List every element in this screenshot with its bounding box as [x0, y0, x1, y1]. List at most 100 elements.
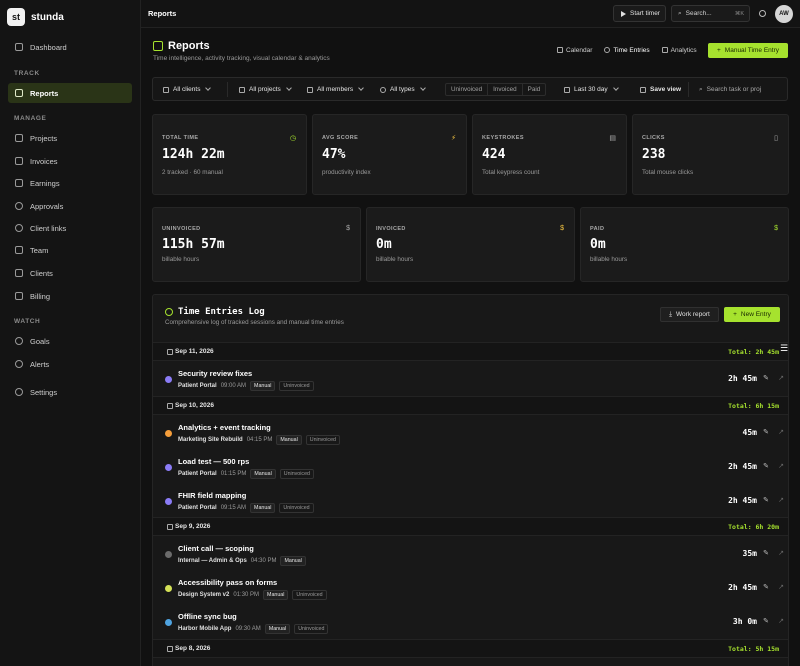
sidebar-item-approvals[interactable]: Approvals: [8, 196, 132, 216]
edit-icon[interactable]: ✎: [763, 428, 769, 436]
date-range-select[interactable]: Last 30 day: [564, 83, 619, 96]
tab-time-entries[interactable]: Time Entries: [599, 43, 654, 57]
sidebar-item-reports[interactable]: Reports: [8, 83, 132, 103]
clock-icon: [604, 47, 611, 53]
status-badge: Uninvoiced: [279, 381, 314, 391]
drawer-toggle-icon[interactable]: ☰: [780, 343, 792, 353]
calendar-icon: [557, 47, 563, 53]
stat-label: UNINVOICED: [162, 226, 201, 232]
sidebar-item-label: Projects: [30, 133, 58, 143]
sidebar-item-earnings[interactable]: Earnings: [8, 173, 132, 193]
entry-row[interactable]: Load test — 500 rps Patient Portal 01:15…: [153, 450, 788, 484]
sidebar-item-team[interactable]: Team: [8, 240, 132, 260]
start-timer-button[interactable]: Start timer: [613, 5, 666, 22]
open-icon[interactable]: ↗: [778, 496, 784, 504]
open-icon[interactable]: ↗: [778, 549, 784, 557]
sidebar-item-client-links[interactable]: Client links: [8, 218, 132, 238]
status-invoiced[interactable]: Invoiced: [488, 84, 523, 95]
sidebar-item-alerts[interactable]: Alerts: [8, 354, 132, 374]
entry-row[interactable]: Client call — scoping Internal — Admin &…: [153, 537, 788, 571]
day-date: Sep 9, 2026: [175, 523, 211, 530]
bell-icon: [15, 360, 23, 368]
new-entry-button[interactable]: + New Entry: [724, 307, 780, 322]
users-icon: [307, 86, 313, 93]
play-icon: [621, 10, 626, 17]
entry-project: Internal — Admin & Ops: [178, 558, 247, 564]
types-filter[interactable]: All types: [380, 83, 426, 96]
status-uninvoiced[interactable]: Uninvoiced: [446, 84, 489, 95]
sidebar-item-settings[interactable]: Settings: [8, 382, 132, 402]
edit-icon[interactable]: ✎: [763, 549, 769, 557]
open-icon[interactable]: ↗: [778, 374, 784, 382]
brand[interactable]: st stunda: [7, 8, 64, 26]
open-icon[interactable]: ↗: [778, 617, 784, 625]
edit-icon[interactable]: ✎: [763, 617, 769, 625]
sidebar-item-billing[interactable]: Billing: [8, 286, 132, 306]
sidebar-item-clients[interactable]: Clients: [8, 263, 132, 283]
edit-icon[interactable]: ✎: [763, 496, 769, 504]
divider: [227, 82, 228, 97]
stat-label: CLICKS: [642, 135, 665, 141]
project-color-dot: [165, 464, 172, 471]
sidebar-item-invoices[interactable]: Invoices: [8, 151, 132, 171]
open-icon[interactable]: ↗: [778, 583, 784, 591]
entry-project: Harbor Mobile App: [178, 626, 232, 632]
type-badge: Manual: [264, 624, 291, 634]
status-paid[interactable]: Paid: [523, 84, 546, 95]
clients-filter[interactable]: All clients: [163, 83, 212, 96]
entry-title: FHIR field mapping: [178, 491, 247, 500]
edit-icon[interactable]: ✎: [763, 374, 769, 382]
work-report-button[interactable]: ⤓ Work report: [660, 307, 719, 322]
tab-calendar[interactable]: Calendar: [552, 43, 597, 57]
status-segmented-control: Uninvoiced Invoiced Paid: [445, 83, 547, 96]
entry-row[interactable]: Security review fixes Patient Portal 09:…: [153, 362, 788, 396]
save-view-button[interactable]: Save view: [640, 83, 681, 96]
type-badge: Manual: [250, 381, 276, 391]
topbar: Reports Start timer ⌕ Search... ⌘K AW: [141, 0, 800, 28]
stat-card-clicks: CLICKS 238 Total mouse clicks ▯: [632, 114, 789, 195]
sidebar-section-watch: WATCH: [14, 318, 41, 325]
users-icon: [15, 246, 23, 254]
entry-time: 09:15 AM: [220, 505, 247, 511]
status-badge: Uninvoiced: [292, 590, 327, 600]
status-badge: Uninvoiced: [294, 624, 329, 634]
entry-title: Accessibility pass on forms: [178, 578, 278, 587]
entry-title: Offline sync bug: [178, 612, 237, 621]
entry-row[interactable]: Analytics + event tracking Marketing Sit…: [153, 416, 788, 450]
entry-time: 09:00 AM: [220, 383, 247, 389]
entry-project: Patient Portal: [178, 471, 217, 477]
entry-duration: 2h 45m: [728, 496, 757, 505]
entry-project: Patient Portal: [178, 505, 217, 511]
stat-card-invoiced: INVOICED 0m billable hours $: [366, 207, 575, 282]
theme-toggle-icon[interactable]: [759, 10, 766, 17]
stat-value: 0m: [590, 237, 606, 252]
entry-row[interactable]: Accessibility pass on forms Design Syste…: [153, 571, 788, 605]
mouse-icon: ▯: [774, 135, 778, 142]
sidebar-item-projects[interactable]: Projects: [8, 128, 132, 148]
manual-time-entry-button[interactable]: + Manual Time Entry: [708, 43, 788, 58]
entry-row[interactable]: Offline sync bug Harbor Mobile App 09:30…: [153, 605, 788, 639]
open-icon[interactable]: ↗: [778, 428, 784, 436]
search-placeholder: Search task or proj: [706, 86, 762, 93]
sidebar-item-label: Billing: [30, 291, 51, 301]
edit-icon[interactable]: ✎: [763, 462, 769, 470]
projects-filter[interactable]: All projects: [239, 83, 292, 96]
project-color-dot: [165, 498, 172, 505]
log-subtitle: Comprehensive log of tracked sessions an…: [165, 319, 344, 326]
entry-meta: Design System v2 01:30 PM Manual Uninvoi…: [178, 590, 327, 600]
chevron-down-icon: [612, 85, 619, 91]
members-filter[interactable]: All members: [307, 83, 364, 96]
task-search-input[interactable]: ⌕ Search task or proj: [699, 83, 787, 96]
sidebar-item-dashboard[interactable]: Dashboard: [8, 37, 132, 57]
open-icon[interactable]: ↗: [778, 462, 784, 470]
global-search-input[interactable]: ⌕ Search... ⌘K: [671, 5, 750, 22]
plus-icon: +: [717, 47, 721, 54]
sidebar-item-goals[interactable]: Goals: [8, 331, 132, 351]
entry-meta: Patient Portal 01:15 PM Manual Uninvoice…: [178, 469, 314, 479]
avatar[interactable]: AW: [775, 5, 793, 23]
entry-row[interactable]: FHIR field mapping Patient Portal 09:15 …: [153, 484, 788, 518]
stat-note: 2 tracked · 60 manual: [162, 169, 223, 176]
edit-icon[interactable]: ✎: [763, 583, 769, 591]
link-icon: [15, 224, 23, 232]
tab-analytics[interactable]: Analytics: [657, 43, 702, 57]
